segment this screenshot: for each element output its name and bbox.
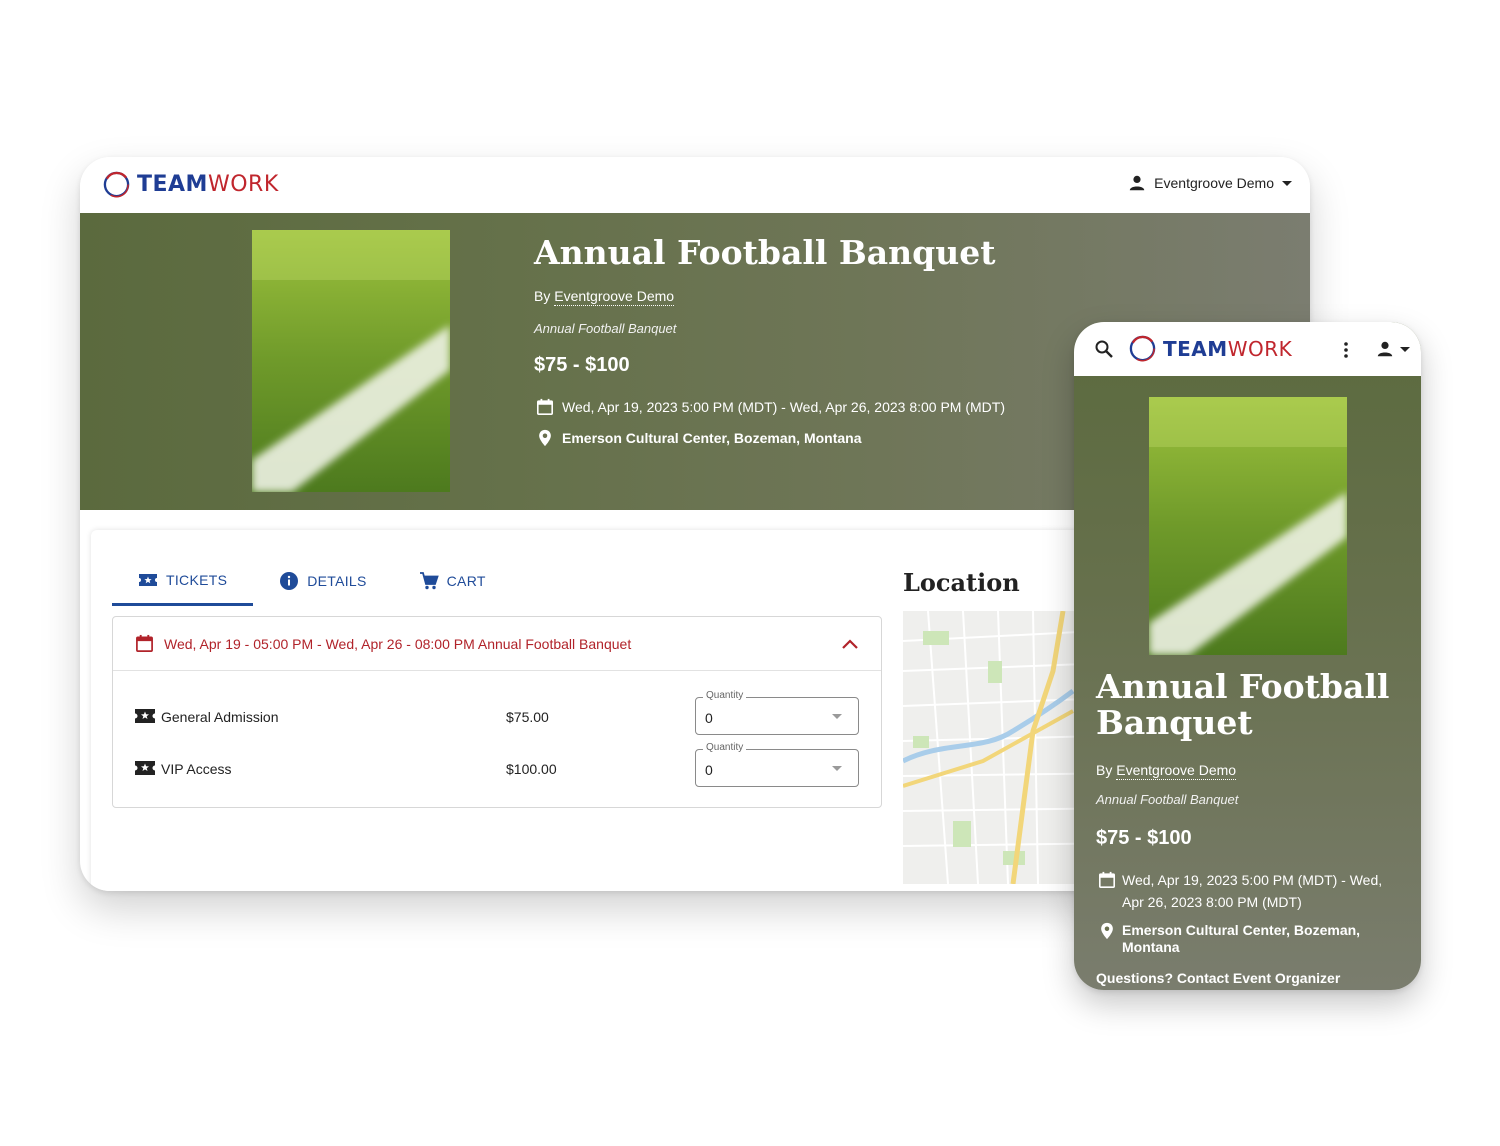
event-image (252, 230, 450, 492)
event-organizer: By Eventgroove Demo (1096, 762, 1237, 780)
ticket-row: VIP Access $100.00 Quantity 0 (113, 742, 881, 789)
event-title: Annual Football Banquet (1096, 667, 1390, 742)
ticket-name: General Admission (161, 709, 279, 725)
user-menu[interactable]: Eventgroove Demo (1128, 174, 1292, 192)
ticket-icon (135, 709, 155, 723)
event-price-range: $75 - $100 (1096, 827, 1192, 849)
quantity-select[interactable]: Quantity 0 (695, 742, 859, 787)
event-image (1149, 397, 1347, 655)
ticket-price: $75.00 (506, 709, 549, 725)
organizer-link[interactable]: Eventgroove Demo (1116, 762, 1237, 780)
calendar-icon (136, 634, 153, 652)
mobile-header: TEAMWORK (1074, 322, 1421, 376)
event-title: Annual Football Banquet (534, 233, 996, 272)
user-icon (1129, 175, 1145, 191)
calendar-icon (1098, 871, 1116, 889)
session-title: Wed, Apr 19 - 05:00 PM - Wed, Apr 26 - 0… (164, 636, 632, 652)
caret-down-icon (832, 766, 842, 771)
mobile-phone-frame: TEAMWORK Annual Football Banquet By Even… (1074, 322, 1421, 990)
quantity-label: Quantity (703, 742, 747, 753)
event-price-range: $75 - $100 (534, 354, 630, 376)
caret-down-icon (1282, 180, 1292, 186)
caret-down-icon (1400, 346, 1410, 352)
teamwork-logo-icon (1129, 335, 1156, 362)
ticket-name: VIP Access (161, 761, 232, 777)
ticket-price: $100.00 (506, 761, 557, 777)
teamwork-logo-icon (103, 171, 130, 198)
teamwork-wordmark: TEAMWORK (137, 172, 279, 197)
session-panel: Wed, Apr 19 - 05:00 PM - Wed, Apr 26 - 0… (112, 616, 882, 808)
contact-organizer-link[interactable]: Questions? Contact Event Organizer (1096, 970, 1340, 986)
tab-cart[interactable]: CART (393, 556, 512, 606)
ticket-icon (139, 573, 157, 586)
teamwork-logo[interactable]: TEAMWORK (1128, 334, 1292, 363)
quantity-label: Quantity (703, 690, 747, 701)
ticket-row: General Admission $75.00 Quantity 0 (113, 690, 881, 737)
tab-tickets[interactable]: TICKETS (112, 556, 254, 606)
event-tabs: TICKETS DETAILS CART (112, 556, 512, 606)
session-header[interactable]: Wed, Apr 19 - 05:00 PM - Wed, Apr 26 - 0… (113, 617, 881, 671)
event-date: Wed, Apr 19, 2023 5:00 PM (MDT) - Wed, A… (536, 398, 1005, 416)
chevron-up-icon[interactable] (841, 637, 859, 651)
caret-down-icon (832, 714, 842, 719)
search-icon[interactable] (1094, 339, 1114, 359)
user-icon (1377, 341, 1393, 357)
user-name: Eventgroove Demo (1154, 175, 1274, 191)
location-heading: Location (903, 568, 1020, 597)
event-organizer: By Eventgroove Demo (534, 288, 675, 306)
quantity-value: 0 (705, 710, 713, 726)
event-subtitle: Annual Football Banquet (534, 321, 677, 336)
event-subtitle: Annual Football Banquet (1096, 792, 1239, 807)
location-pin-icon (1101, 922, 1113, 940)
ticket-icon (135, 761, 155, 775)
marketing-stage: TEAMWORK Eventgroove Demo Annual Footbal… (0, 0, 1500, 1146)
tab-details[interactable]: DETAILS (253, 556, 392, 606)
organizer-link[interactable]: Eventgroove Demo (554, 288, 675, 306)
calendar-icon (536, 398, 554, 416)
quantity-select[interactable]: Quantity 0 (695, 690, 859, 735)
event-date: Wed, Apr 19, 2023 5:00 PM (MDT) - Wed, A… (1098, 869, 1398, 913)
mobile-user-menu[interactable] (1376, 340, 1410, 358)
event-location: Emerson Cultural Center, Bozeman, Montan… (1098, 922, 1398, 956)
location-pin-icon (539, 429, 551, 447)
event-location: Emerson Cultural Center, Bozeman, Montan… (536, 429, 862, 447)
site-header: TEAMWORK Eventgroove Demo (80, 157, 1310, 213)
cart-icon (419, 572, 439, 590)
info-icon (280, 572, 299, 590)
more-vertical-icon[interactable] (1342, 340, 1350, 360)
quantity-value: 0 (705, 762, 713, 778)
teamwork-logo[interactable]: TEAMWORK (102, 170, 279, 199)
teamwork-wordmark: TEAMWORK (1163, 336, 1293, 361)
